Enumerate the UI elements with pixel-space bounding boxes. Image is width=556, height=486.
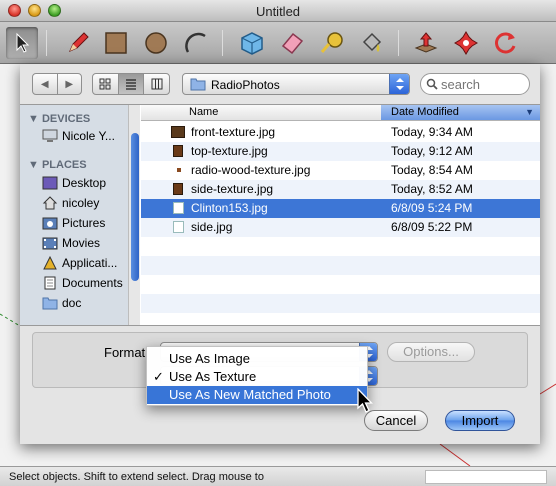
image-file-icon bbox=[173, 221, 184, 233]
eraser-icon bbox=[281, 32, 304, 55]
folder-icon bbox=[190, 78, 206, 91]
search-field[interactable] bbox=[420, 73, 530, 95]
pencil-icon bbox=[69, 32, 89, 52]
file-row[interactable]: radio-wood-texture.jpg Today, 8:54 AM bbox=[141, 161, 540, 180]
file-row[interactable]: side-texture.jpg Today, 8:52 AM bbox=[141, 180, 540, 199]
rectangle-tool-button[interactable] bbox=[100, 27, 132, 59]
sidebar-item-computer[interactable]: Nicole Y... bbox=[42, 127, 115, 145]
paint-bucket-icon bbox=[362, 32, 382, 52]
file-row[interactable]: side.jpg 6/8/09 5:22 PM bbox=[141, 218, 540, 237]
image-thumbnail-icon bbox=[177, 168, 181, 172]
places-heading[interactable]: ▼ PLACES bbox=[28, 159, 87, 171]
window-title: Untitled bbox=[255, 4, 301, 19]
circle-tool-button[interactable] bbox=[140, 27, 172, 59]
sidebar-item-doc[interactable]: doc bbox=[42, 294, 81, 312]
movies-icon bbox=[42, 237, 58, 250]
checkmark-icon: ✓ bbox=[153, 369, 164, 384]
column-view-button[interactable] bbox=[143, 74, 169, 94]
mouse-pointer-icon bbox=[357, 388, 374, 413]
make-component-tool-button[interactable] bbox=[236, 27, 268, 59]
file-browser: ▼ DEVICES Nicole Y... ▼ PLACES Desktop n… bbox=[20, 104, 540, 326]
devices-heading[interactable]: ▼ DEVICES bbox=[28, 113, 90, 125]
popup-arrows-icon bbox=[389, 74, 409, 94]
push-pull-icon bbox=[414, 32, 438, 53]
status-bar: Select objects. Shift to extend select. … bbox=[0, 466, 556, 486]
options-button[interactable]: Options... bbox=[387, 342, 475, 362]
back-button[interactable]: ◀ bbox=[33, 74, 57, 94]
sort-descending-icon: ▼ bbox=[525, 107, 534, 117]
documents-icon bbox=[44, 276, 56, 290]
measurements-box[interactable] bbox=[425, 470, 547, 484]
location-label: RadioPhotos bbox=[211, 78, 280, 92]
folder-icon bbox=[42, 297, 58, 310]
circle-icon bbox=[145, 32, 167, 54]
image-thumbnail-icon bbox=[171, 126, 185, 138]
sidebar-item-movies[interactable]: Movies bbox=[42, 234, 100, 252]
file-row[interactable]: top-texture.jpg Today, 9:12 AM bbox=[141, 142, 540, 161]
sidebar-item-pictures[interactable]: Pictures bbox=[42, 214, 105, 232]
location-popup[interactable]: RadioPhotos bbox=[182, 73, 410, 95]
rectangle-icon bbox=[105, 32, 127, 54]
arc-icon bbox=[185, 32, 206, 53]
push-pull-tool-button[interactable] bbox=[410, 27, 442, 59]
rotate-tool-button[interactable] bbox=[490, 27, 522, 59]
search-input[interactable] bbox=[441, 77, 525, 92]
select-tool-button[interactable] bbox=[6, 27, 38, 59]
home-icon bbox=[42, 196, 58, 210]
computer-icon bbox=[42, 129, 58, 142]
tape-measure-tool-button[interactable] bbox=[316, 27, 348, 59]
forward-button[interactable]: ▶ bbox=[56, 74, 82, 94]
file-row[interactable]: front-texture.jpg Today, 9:34 AM bbox=[141, 123, 540, 142]
sidebar-scroll-thumb[interactable] bbox=[131, 133, 139, 281]
arc-tool-button[interactable] bbox=[180, 27, 212, 59]
rotate-icon bbox=[495, 32, 516, 54]
image-thumbnail-icon bbox=[173, 145, 183, 157]
column-header: Name Date Modified ▼ bbox=[141, 105, 540, 121]
paint-bucket-tool-button[interactable] bbox=[356, 27, 388, 59]
pencil-tool-button[interactable] bbox=[62, 27, 94, 59]
move-tool-button[interactable] bbox=[450, 27, 482, 59]
applications-icon bbox=[43, 256, 57, 270]
status-text: Select objects. Shift to extend select. … bbox=[9, 471, 264, 483]
menu-item-use-as-texture[interactable]: ✓ Use As Texture bbox=[147, 368, 367, 386]
icon-view-icon bbox=[99, 78, 111, 90]
image-thumbnail-icon bbox=[173, 183, 183, 195]
import-button[interactable]: Import bbox=[445, 410, 515, 431]
name-column-header[interactable]: Name bbox=[189, 106, 218, 118]
view-mode-selector bbox=[92, 73, 170, 95]
menu-item-use-as-image[interactable]: Use As Image bbox=[147, 350, 367, 368]
magnifier-icon bbox=[426, 78, 438, 90]
main-toolbar bbox=[0, 22, 556, 64]
arrow-cursor-icon bbox=[16, 32, 30, 53]
list-view-icon bbox=[126, 79, 136, 90]
eraser-tool-button[interactable] bbox=[276, 27, 308, 59]
sidebar: ▼ DEVICES Nicole Y... ▼ PLACES Desktop n… bbox=[20, 105, 140, 325]
date-column-header[interactable]: Date Modified ▼ bbox=[381, 105, 540, 120]
pictures-icon bbox=[42, 217, 58, 230]
format-label: Format bbox=[104, 345, 146, 360]
tape-measure-icon bbox=[320, 32, 343, 53]
history-nav: ◀ ▶ bbox=[32, 73, 82, 95]
sidebar-scrollbar[interactable] bbox=[128, 105, 140, 325]
move-icon bbox=[454, 31, 478, 55]
list-view-button[interactable] bbox=[117, 74, 144, 94]
column-view-icon bbox=[151, 78, 163, 90]
title-bar: Untitled bbox=[0, 0, 556, 22]
sidebar-item-applications[interactable]: Applicati... bbox=[42, 254, 117, 272]
image-file-icon bbox=[173, 202, 184, 214]
sidebar-item-home[interactable]: nicoley bbox=[42, 194, 99, 212]
file-list: Name Date Modified ▼ front-texture.jpg T… bbox=[141, 105, 540, 325]
component-icon bbox=[241, 32, 263, 55]
file-row-selected[interactable]: Clinton153.jpg 6/8/09 5:24 PM bbox=[141, 199, 540, 218]
sidebar-item-desktop[interactable]: Desktop bbox=[42, 174, 106, 192]
sidebar-item-documents[interactable]: Documents bbox=[42, 274, 123, 292]
icon-view-button[interactable] bbox=[93, 74, 118, 94]
menu-item-use-as-new-matched-photo[interactable]: Use As New Matched Photo bbox=[147, 386, 367, 404]
desktop-icon bbox=[42, 176, 58, 190]
use-as-menu: Use As Image ✓ Use As Texture Use As New… bbox=[146, 346, 368, 406]
